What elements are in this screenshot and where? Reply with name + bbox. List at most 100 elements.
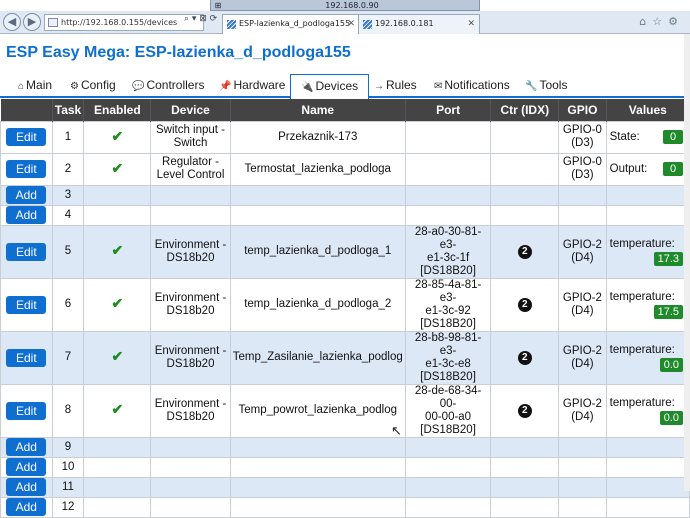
enabled-check-icon: ✔ xyxy=(111,127,124,144)
device-port: 28-de-68-34-00- 00-00-a0 [DS18B20] xyxy=(404,383,492,438)
device-ctr xyxy=(490,120,560,154)
controller-idx-icon: 2 xyxy=(517,403,532,418)
menu-hardware[interactable]: 📌 Hardware xyxy=(219,74,285,98)
menu-controllers[interactable]: 💬 Controllers xyxy=(132,74,204,98)
menu-rules[interactable]: → Rules xyxy=(374,74,417,98)
table-row: Add 9 xyxy=(0,436,690,458)
device-values: temperature: 17.3 xyxy=(605,224,690,279)
task-number: 5 xyxy=(51,224,85,279)
add-button[interactable]: Add xyxy=(6,438,47,456)
col-header-name: Name xyxy=(230,99,406,121)
menu-label: Main xyxy=(26,78,53,92)
task-number: 1 xyxy=(51,120,85,154)
edit-button[interactable]: Edit xyxy=(6,348,47,367)
add-button[interactable]: Add xyxy=(6,498,47,516)
task-number: 3 xyxy=(51,184,85,206)
wrench-icon: 🔧 xyxy=(525,81,538,92)
col-header-ctr: Ctr (IDX) xyxy=(490,99,560,121)
device-values: State: 0 xyxy=(605,120,690,154)
tab-second[interactable]: 192.168.0.181 ✕ xyxy=(358,14,480,34)
table-row: Add 4 xyxy=(0,204,690,226)
col-header-port: Port xyxy=(405,99,492,121)
device-ctr xyxy=(490,152,560,186)
add-button[interactable]: Add xyxy=(6,478,47,496)
page-icon xyxy=(48,18,58,27)
table-row: Edit 5 ✔ Environment - DS18b20 temp_lazie… xyxy=(0,224,690,279)
enabled-check-icon: ✔ xyxy=(111,401,124,417)
device-name: temp_lazienka_d_podloga_2 xyxy=(229,277,406,332)
value-badge: 17.3 xyxy=(653,251,683,266)
value-name: Output: xyxy=(609,162,648,175)
value-name: temperature: xyxy=(609,343,675,356)
device-type: Environment - DS18b20 xyxy=(150,330,231,385)
device-gpio: GPIO-2 (D4) xyxy=(558,330,607,385)
search-icon[interactable]: ⌕ ▾ ⊠ ⟳ xyxy=(184,14,217,24)
pin-icon[interactable]: ⊞ xyxy=(211,1,225,10)
close-icon[interactable]: ✕ xyxy=(467,15,475,33)
device-name: temp_lazienka_d_podloga_1 xyxy=(229,224,406,279)
chat-icon: 💬 xyxy=(132,81,145,92)
edit-button[interactable]: Edit xyxy=(6,160,47,178)
enabled-check-icon: ✔ xyxy=(111,242,124,258)
add-button[interactable]: Add xyxy=(6,458,47,476)
address-bar[interactable]: http://192.168.0.155/devices xyxy=(44,14,204,31)
col-header-gpio: GPIO xyxy=(558,99,607,121)
edit-button[interactable]: Edit xyxy=(6,295,47,314)
device-values: temperature: 0.0 xyxy=(605,383,690,438)
device-values: temperature: 0.0 xyxy=(605,330,690,385)
value-badge: 0 xyxy=(663,130,683,144)
controller-idx-icon: 2 xyxy=(517,350,532,365)
table-row: Add 10 xyxy=(0,456,690,478)
menu-notifications[interactable]: ✉ Notifications xyxy=(434,74,510,98)
vertical-scrollbar[interactable] xyxy=(684,34,690,491)
col-header-task: Task xyxy=(52,99,85,121)
enabled-check-icon: ✔ xyxy=(111,159,124,176)
tab-esp-device[interactable]: ESP-lazienka_d_podloga155 ✕ xyxy=(222,14,360,34)
task-number: 9 xyxy=(51,436,85,458)
menu-label: Tools xyxy=(539,78,568,92)
device-name: Przekaznik-173 xyxy=(229,120,406,154)
plug-icon: 🔌 xyxy=(301,82,314,93)
arrow-icon: → xyxy=(374,81,384,92)
remote-session-title: 192.168.0.90 xyxy=(325,0,379,10)
browser-toolbar: ◀ ▶ http://192.168.0.155/devices ⌕ ▾ ⊠ ⟳… xyxy=(0,11,690,34)
col-header-device: Device xyxy=(150,99,231,121)
task-number: 7 xyxy=(51,330,85,385)
menu-devices[interactable]: 🔌 Devices xyxy=(290,74,370,100)
table-row: Edit 6 ✔ Environment - DS18b20 temp_lazie… xyxy=(0,277,690,332)
back-icon[interactable]: ◀ xyxy=(3,13,21,31)
favicon-icon xyxy=(227,20,236,29)
device-port: 28-85-4a-81-e3- e1-3c-92 [DS18B20] xyxy=(404,277,492,332)
table-row: Edit 7 ✔ Environment - DS18b20 Temp_Zasil… xyxy=(0,330,690,385)
edit-button[interactable]: Edit xyxy=(6,128,47,146)
col-header-enabled: Enabled xyxy=(83,99,152,121)
menu-config[interactable]: ⚙ Config xyxy=(70,74,116,98)
edit-button[interactable]: Edit xyxy=(6,242,47,261)
add-button[interactable]: Add xyxy=(6,206,47,224)
remote-session-bar: ⊞ 192.168.0.90 xyxy=(210,0,480,11)
task-number: 4 xyxy=(51,204,85,226)
close-icon[interactable]: ✕ xyxy=(347,15,355,33)
device-type: Switch input - Switch xyxy=(150,120,231,154)
menu-label: Devices xyxy=(315,79,359,93)
menu-main[interactable]: ⌂ Main xyxy=(18,74,52,98)
add-button[interactable]: Add xyxy=(6,186,47,204)
menu-label: Hardware xyxy=(233,78,286,92)
table-row: Add 11 xyxy=(0,476,690,498)
controller-idx-icon: 2 xyxy=(517,297,532,312)
device-port: 28-b8-98-81-e3- e1-3c-e8 [DS18B20] xyxy=(404,330,492,385)
device-ctr: 2 xyxy=(490,224,560,279)
task-number: 6 xyxy=(51,277,85,332)
device-gpio: GPIO-2 (D4) xyxy=(558,277,607,332)
edit-button[interactable]: Edit xyxy=(6,401,47,420)
home-star-gear-icons[interactable]: ⌂☆⚙ xyxy=(639,15,684,28)
table-row: Edit 8 ✔ Environment - DS18b20 Temp_powro… xyxy=(0,383,690,438)
favicon-icon xyxy=(363,20,372,29)
value-name: temperature: xyxy=(609,290,675,303)
table-header: Task Enabled Device Name Port Ctr (IDX) … xyxy=(0,99,690,121)
menu-tools[interactable]: 🔧 Tools xyxy=(525,74,567,98)
task-number: 2 xyxy=(51,152,85,186)
menu-label: Rules xyxy=(386,78,417,92)
forward-icon[interactable]: ▶ xyxy=(23,13,41,31)
enabled-check-icon: ✔ xyxy=(111,295,124,311)
